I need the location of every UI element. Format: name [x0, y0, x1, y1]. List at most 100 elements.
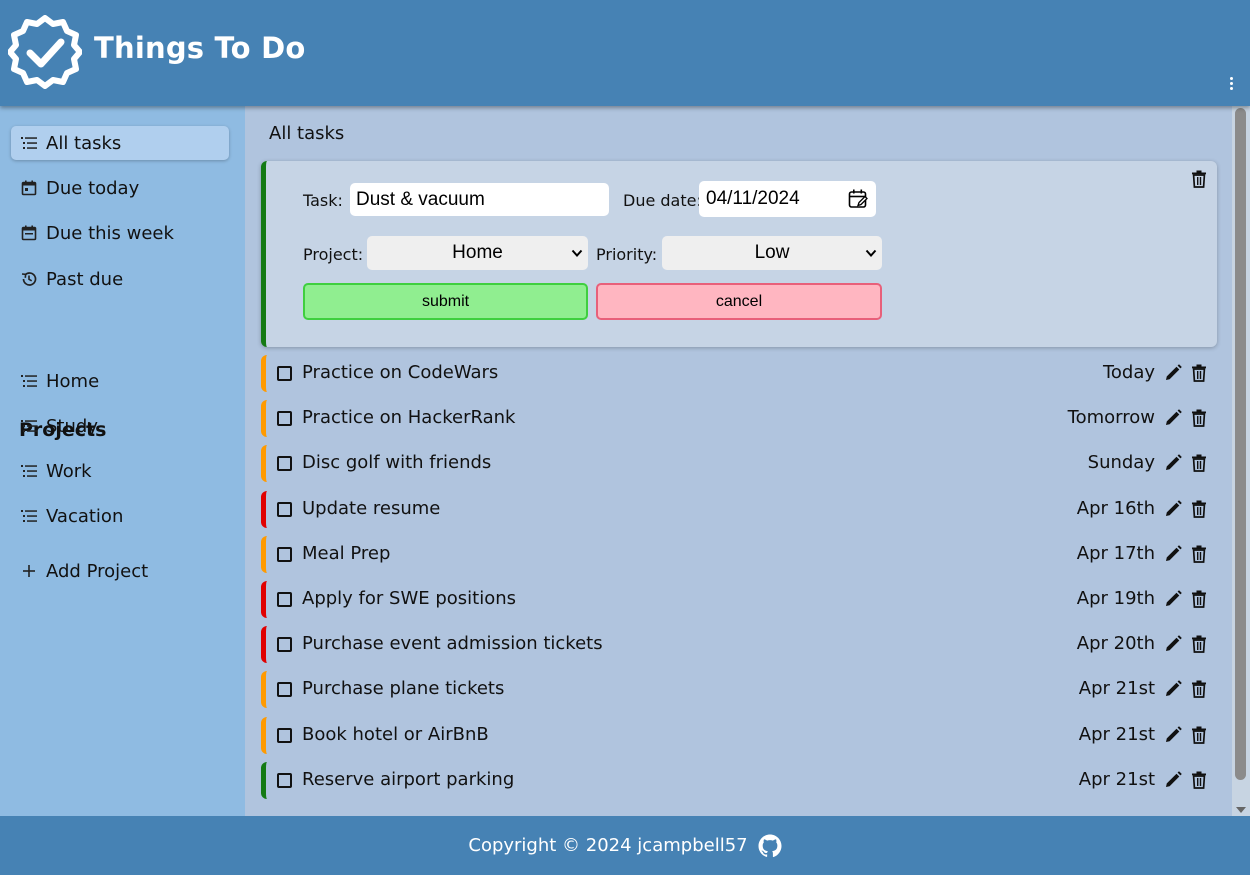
add-project-label: Add Project [46, 560, 149, 582]
sidebar-item-label: Vacation [46, 505, 124, 527]
add-project-button[interactable]: Add Project [11, 554, 229, 588]
sidebar-item-home[interactable]: Home [11, 364, 229, 398]
pencil-icon[interactable] [1164, 725, 1182, 744]
pencil-icon[interactable] [1164, 364, 1182, 382]
scrollbar[interactable] [1232, 106, 1250, 816]
task-title: Meal Prep [302, 542, 391, 564]
trash-icon[interactable] [1191, 500, 1207, 518]
task-title: Purchase plane tickets [302, 678, 505, 700]
scrollbar-thumb[interactable] [1235, 108, 1246, 780]
sidebar-item-all-tasks[interactable]: All tasks [11, 126, 229, 160]
task-due-date: Apr 16th [1076, 497, 1155, 519]
sidebar-item-label: Past due [46, 268, 124, 290]
task-row[interactable]: Disc golf with friends Sunday [261, 445, 1217, 483]
github-icon[interactable] [758, 834, 782, 858]
trash-icon[interactable] [1191, 635, 1207, 653]
pencil-icon[interactable] [1164, 635, 1182, 653]
cancel-button[interactable]: cancel [596, 283, 882, 320]
task-row[interactable]: Purchase plane tickets Apr 21st [261, 671, 1217, 709]
priority-select[interactable]: Low [662, 236, 882, 270]
task-row[interactable]: Book hotel or AirBnB Apr 21st [261, 716, 1217, 754]
sidebar-item-study[interactable]: Study [11, 409, 229, 443]
task-title: Reserve airport parking [302, 768, 515, 790]
task-checkbox[interactable] [277, 682, 292, 698]
task-checkbox[interactable] [277, 501, 292, 517]
trash-icon[interactable] [1191, 680, 1207, 699]
due-date-input[interactable]: 04/11/2024 [699, 181, 876, 217]
sidebar-item-vacation[interactable]: Vacation [11, 499, 229, 533]
task-title: Purchase event admission tickets [302, 633, 603, 655]
list-icon [21, 510, 37, 522]
task-row[interactable]: Reserve airport parking Apr 21st [261, 761, 1217, 799]
task-checkbox[interactable] [277, 411, 292, 427]
sidebar-item-label: Home [46, 370, 100, 392]
sidebar-item-label: Work [46, 460, 92, 482]
pencil-icon[interactable] [1164, 544, 1182, 563]
scroll-down-arrow[interactable] [1236, 807, 1246, 813]
list-icon [21, 420, 37, 432]
trash-icon[interactable] [1191, 545, 1207, 563]
trash-icon[interactable] [1191, 454, 1207, 473]
badge-check-icon [8, 15, 82, 89]
task-checkbox[interactable] [277, 366, 292, 381]
task-due-date: Sunday [1087, 452, 1155, 474]
project-label: Project: [303, 245, 364, 264]
sidebar-item-work[interactable]: Work [11, 454, 229, 488]
history-icon [21, 272, 37, 286]
due-date-label: Due date: [623, 191, 702, 210]
task-due-date: Apr 21st [1078, 723, 1155, 745]
sidebar-item-label: Due this week [46, 222, 174, 244]
task-row[interactable]: Practice on HackerRank Tomorrow [261, 400, 1217, 438]
task-checkbox[interactable] [277, 727, 292, 743]
sidebar-item-due-today[interactable]: Due today [11, 171, 229, 205]
pencil-icon[interactable] [1164, 409, 1182, 427]
project-select[interactable]: Home [367, 236, 588, 270]
trash-icon[interactable] [1191, 590, 1207, 608]
task-checkbox[interactable] [277, 591, 292, 607]
project-select-value: Home [452, 242, 503, 263]
kebab-menu-icon[interactable] [1222, 72, 1240, 94]
pencil-icon[interactable] [1164, 454, 1182, 472]
sidebar-item-due-this-week[interactable]: Due this week [11, 216, 229, 250]
task-title: Practice on HackerRank [302, 407, 516, 429]
task-row[interactable]: Apply for SWE positions Apr 19th [261, 580, 1217, 618]
pencil-icon[interactable] [1164, 770, 1182, 789]
app-header: Things To Do [0, 0, 1250, 106]
trash-icon[interactable] [1191, 170, 1207, 188]
task-name-input[interactable] [350, 183, 609, 216]
pencil-icon[interactable] [1164, 590, 1182, 608]
list-icon [21, 137, 37, 149]
task-checkbox[interactable] [277, 772, 292, 788]
task-title: Apply for SWE positions [302, 587, 517, 609]
priority-label: Priority: [596, 245, 658, 264]
page-title: All tasks [269, 123, 345, 144]
trash-icon[interactable] [1191, 409, 1207, 428]
task-row[interactable]: Purchase event admission tickets Apr 20th [261, 626, 1217, 664]
trash-icon[interactable] [1191, 726, 1207, 744]
calendar-icon [21, 225, 37, 241]
calendar-picker-icon[interactable] [848, 189, 868, 209]
app-footer: Copyright © 2024 jcampbell57 [0, 816, 1250, 875]
pencil-icon[interactable] [1164, 499, 1182, 518]
sidebar: All tasks Due today Due this week Past d… [0, 106, 245, 816]
priority-select-value: Low [754, 242, 790, 263]
submit-button[interactable]: submit [303, 283, 588, 320]
trash-icon[interactable] [1191, 364, 1207, 382]
sidebar-item-label: Study [46, 415, 98, 437]
task-due-date: Apr 19th [1076, 587, 1155, 609]
task-checkbox[interactable] [277, 637, 292, 653]
trash-icon[interactable] [1191, 771, 1207, 789]
task-list: Practice on CodeWars Today Practice on Hac… [261, 355, 1217, 807]
copyright-text: Copyright © 2024 jcampbell57 [468, 835, 748, 856]
task-row[interactable]: Update resume Apr 16th [261, 490, 1217, 528]
task-row[interactable]: Meal Prep Apr 17th [261, 535, 1217, 573]
pencil-icon[interactable] [1164, 680, 1182, 698]
sidebar-item-label: Due today [46, 177, 140, 199]
sidebar-item-past-due[interactable]: Past due [11, 262, 229, 296]
task-checkbox[interactable] [277, 546, 292, 562]
task-due-date: Apr 21st [1078, 678, 1155, 700]
task-due-date: Apr 21st [1078, 768, 1155, 790]
calendar-icon [21, 180, 37, 196]
task-row[interactable]: Practice on CodeWars Today [261, 355, 1217, 392]
task-checkbox[interactable] [277, 456, 292, 472]
